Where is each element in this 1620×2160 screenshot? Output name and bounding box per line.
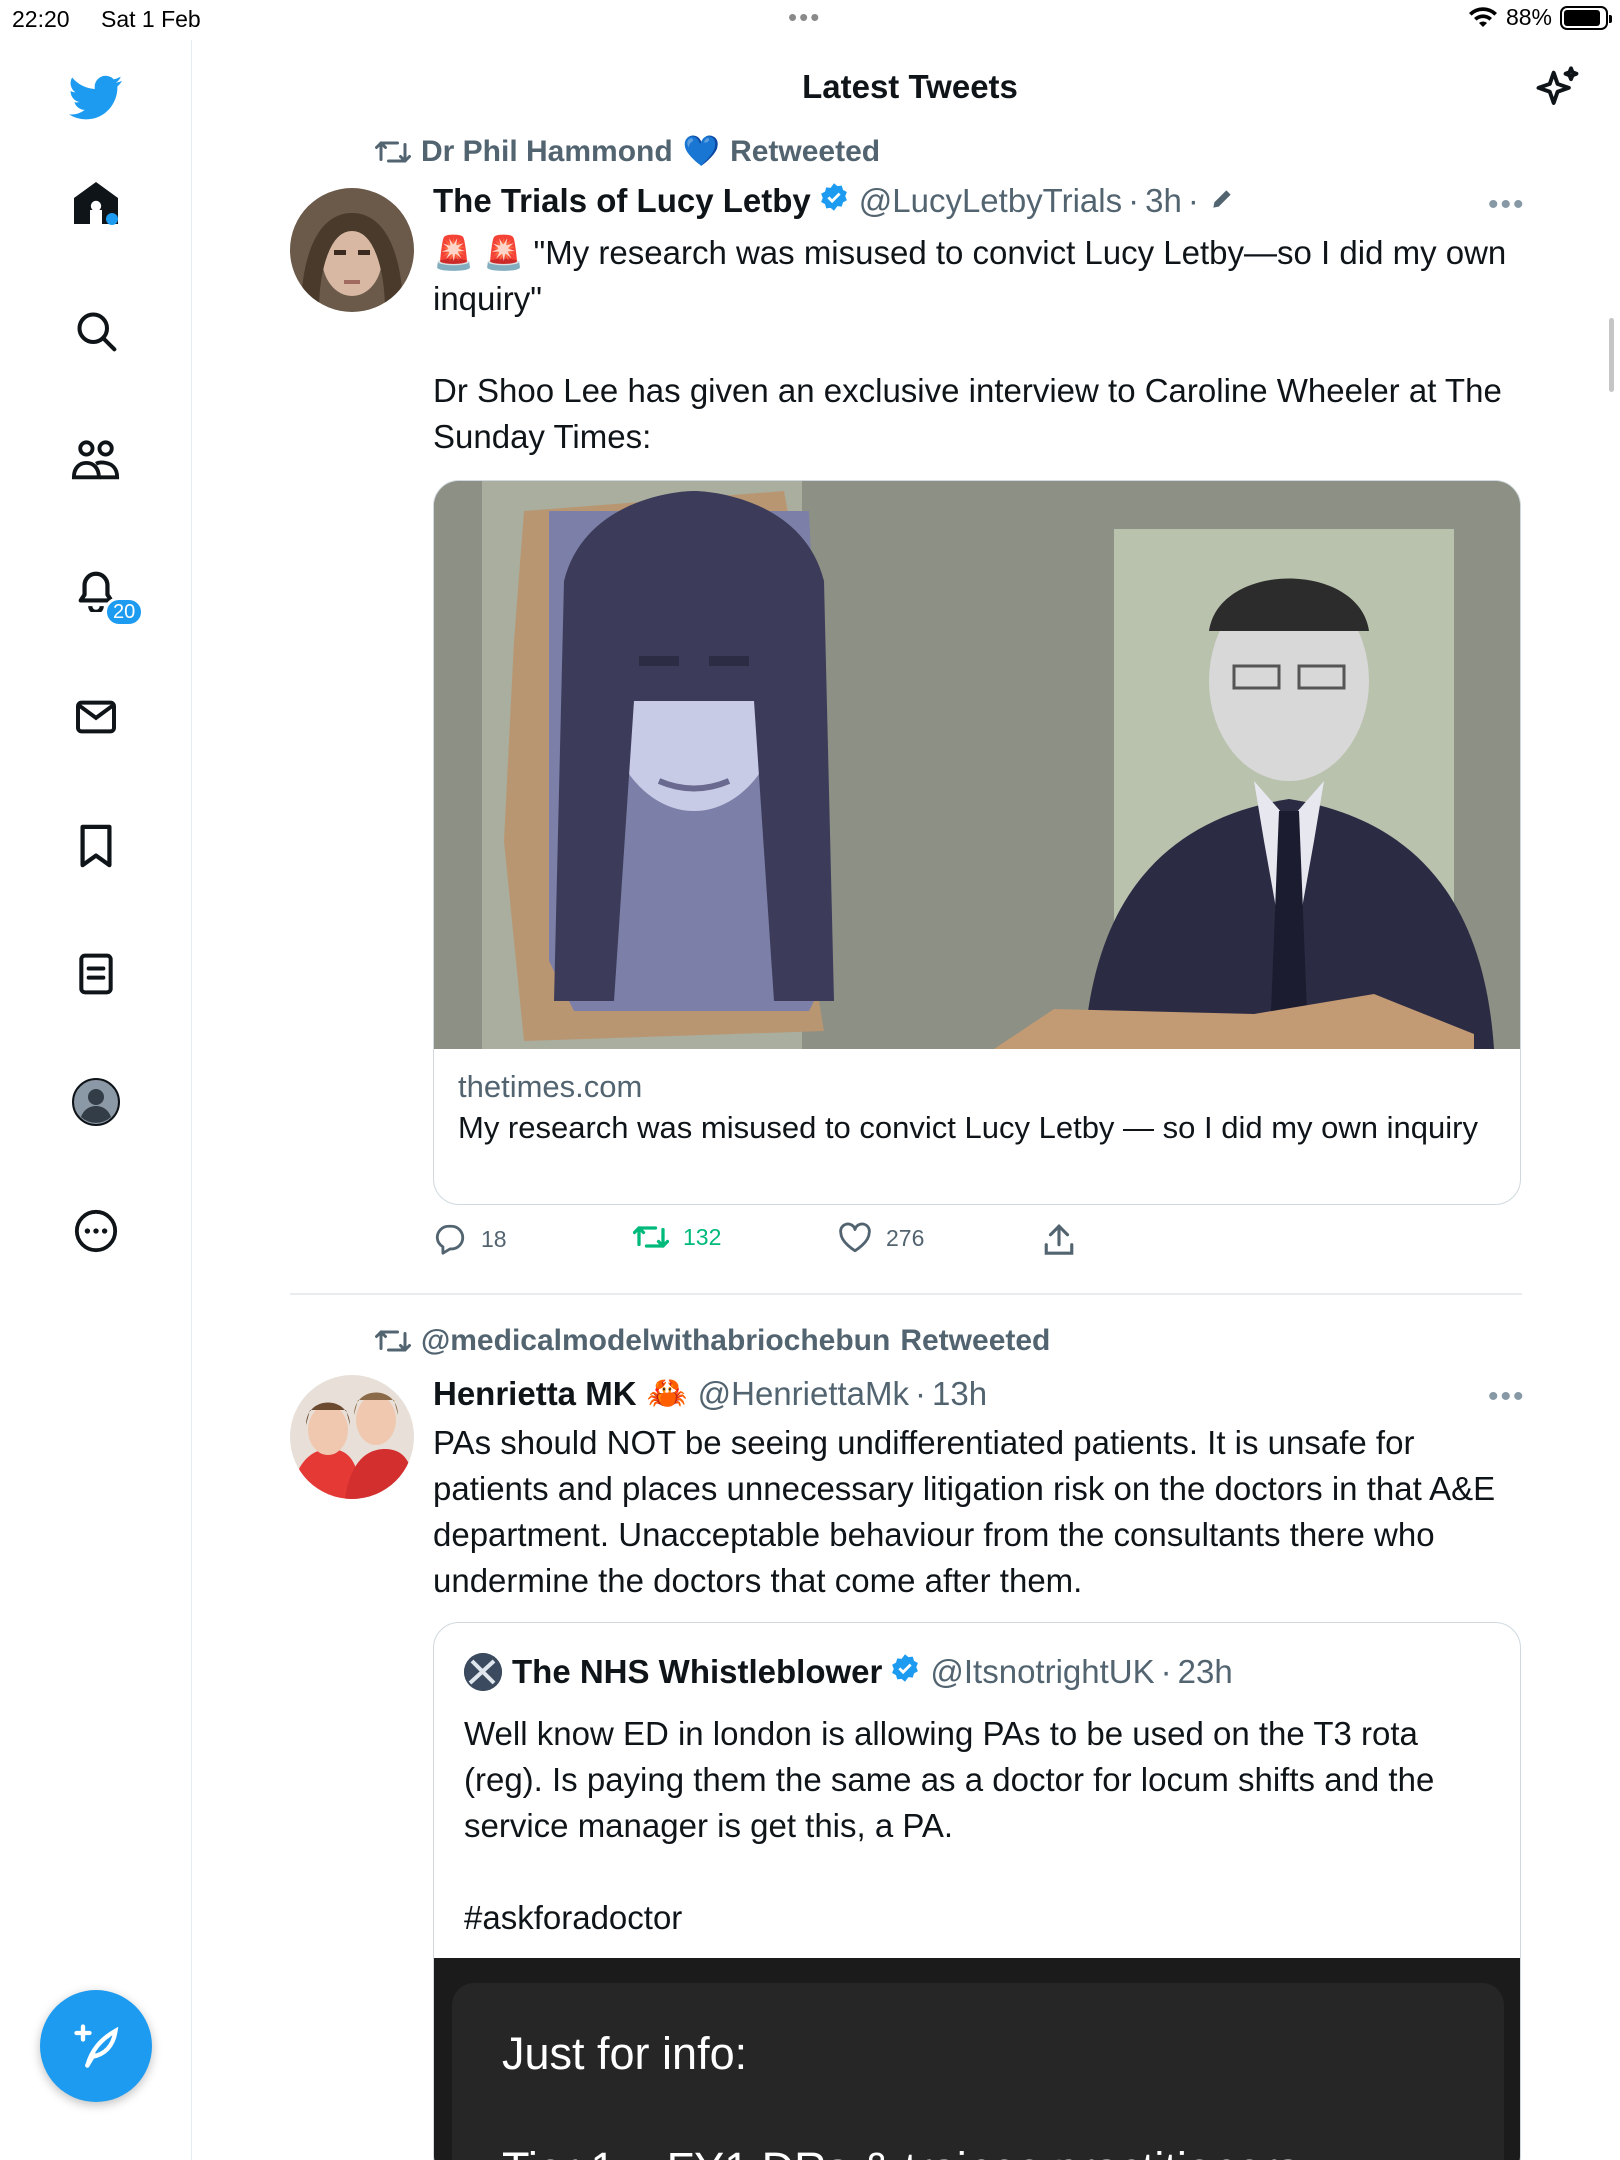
retweet-button[interactable]: 132 — [633, 1222, 721, 1252]
retweet-count: 132 — [683, 1223, 722, 1250]
card-title: My research was misused to convict Lucy … — [458, 1110, 1478, 1145]
like-count: 276 — [886, 1224, 925, 1251]
retweet-context: Dr Phil Hammond 💙 Retweeted — [375, 134, 880, 169]
sparkle-icon[interactable] — [1532, 64, 1584, 116]
retweeted-label: Retweeted — [900, 1324, 1051, 1357]
retweet-icon — [633, 1226, 669, 1248]
quoted-avatar — [464, 1653, 502, 1691]
quoted-author-name: The NHS Whistleblower — [512, 1653, 883, 1690]
scrollbar[interactable] — [1609, 318, 1614, 392]
card-domain: thetimes.com — [458, 1069, 643, 1104]
dot-separator: · — [1160, 1653, 1172, 1690]
author-handle[interactable]: @HenriettaMk — [698, 1375, 909, 1413]
status-date: Sat 1 Feb — [101, 6, 201, 32]
wifi-icon — [1468, 6, 1497, 27]
retweet-icon — [375, 141, 411, 162]
quoted-tweet-time: 23h — [1177, 1653, 1233, 1690]
search-icon[interactable] — [63, 298, 129, 364]
dot-separator: · — [915, 1374, 927, 1412]
avatar[interactable] — [290, 1375, 414, 1499]
quoted-author-handle: @ItsnotrightUK — [930, 1653, 1155, 1690]
twitter-logo-icon[interactable] — [63, 65, 129, 131]
tweet-text: 🚨 🚨 "My research was misused to convict … — [433, 230, 1523, 460]
author-handle[interactable]: @LucyLetbyTrials — [859, 182, 1122, 220]
home-icon[interactable] — [63, 170, 129, 236]
status-time: 22:20 — [12, 6, 70, 32]
like-button[interactable]: 276 — [838, 1222, 924, 1254]
tweet-emoji: 🚨 🚨 — [433, 234, 525, 271]
edited-pencil-icon[interactable] — [1209, 182, 1235, 220]
author-name[interactable]: Henrietta MK — [433, 1375, 637, 1413]
media-text-box: Just for info: Tier 1 = FY1 DRs & traine… — [452, 1983, 1504, 2160]
card-meta: thetimes.com My research was misused to … — [458, 1066, 1498, 1148]
status-right: 88% — [1468, 4, 1612, 31]
dot-separator: · — [1187, 182, 1199, 219]
card-image — [434, 481, 1520, 1049]
tweet-header: The Trials of Lucy Letby @LucyLetbyTrial… — [433, 182, 1235, 220]
quoted-tweet-header: The NHS Whistleblower @ItsnotrightUK · 2… — [464, 1653, 1233, 1691]
avatar[interactable] — [290, 188, 414, 312]
tweet-text-body: "My research was misused to convict Lucy… — [433, 234, 1507, 455]
tweet-text: PAs should NOT be seeing undifferentiate… — [433, 1424, 1496, 1599]
verified-badge-icon — [819, 182, 849, 220]
tweet-more-icon[interactable]: ••• — [1488, 188, 1526, 222]
link-card[interactable]: thetimes.com My research was misused to … — [433, 480, 1521, 1205]
divider — [290, 1293, 1522, 1295]
reply-icon — [435, 1224, 465, 1255]
tweet-time[interactable]: 13h — [932, 1375, 987, 1413]
sidebar: 20 — [0, 40, 192, 2160]
more-icon[interactable] — [63, 1198, 129, 1264]
verified-badge-icon — [890, 1653, 920, 1691]
media-text-line: Tier 1 = FY1 DRs & trainee practitioners — [502, 2143, 1299, 2160]
page-title: Latest Tweets — [802, 68, 1018, 105]
messages-icon[interactable] — [63, 684, 129, 750]
retweeter-emoji: 💙 — [682, 135, 721, 168]
notifications-badge: 20 — [104, 597, 145, 627]
status-bar: 22:20 Sat 1 Feb ••• 88% — [0, 0, 1620, 40]
reply-count: 18 — [481, 1225, 507, 1252]
quoted-tweet[interactable]: The NHS Whistleblower @ItsnotrightUK · 2… — [433, 1622, 1521, 2160]
heart-icon — [839, 1222, 871, 1253]
retweeter-name[interactable]: Dr Phil Hammond — [421, 135, 673, 169]
profile-icon[interactable] — [63, 1069, 129, 1135]
retweeted-label: Retweeted — [730, 134, 881, 168]
bookmarks-icon[interactable] — [63, 813, 129, 879]
retweet-context: @medicalmodelwithabriochebun Retweeted — [375, 1324, 1050, 1358]
battery-icon — [1560, 5, 1612, 30]
battery-percent: 88% — [1505, 4, 1552, 30]
quoted-tweet-media: Just for info: Tier 1 = FY1 DRs & traine… — [434, 1958, 1520, 2160]
reply-button[interactable]: 18 — [433, 1222, 507, 1256]
compose-tweet-button[interactable] — [40, 1990, 152, 2102]
media-text-line: Just for info: — [502, 2028, 748, 2079]
home-unread-dot — [106, 213, 118, 225]
author-name-emoji: 🦀 — [646, 1374, 688, 1411]
tweet-time[interactable]: 3h — [1145, 182, 1182, 220]
quoted-tweet-text: Well know ED in london is allowing PAs t… — [464, 1715, 1435, 1936]
tweet-header: Henrietta MK 🦀 @HenriettaMk · 13h — [433, 1374, 987, 1413]
tweet-actions: 18 132 276 — [433, 1222, 1133, 1272]
tweet-more-icon[interactable]: ••• — [1488, 1380, 1526, 1414]
lists-icon[interactable] — [63, 941, 129, 1007]
dot-separator: · — [1128, 182, 1140, 219]
share-button[interactable] — [1043, 1222, 1075, 1256]
compose-tweet-icon — [74, 2024, 119, 2068]
communities-icon[interactable] — [63, 427, 129, 493]
author-name[interactable]: The Trials of Lucy Letby — [433, 182, 811, 220]
retweeter-name[interactable]: @medicalmodelwithabriochebun — [421, 1324, 890, 1358]
share-icon — [1044, 1224, 1074, 1255]
retweet-icon — [375, 1330, 411, 1352]
multitasking-dots-icon[interactable]: ••• — [788, 2, 821, 33]
